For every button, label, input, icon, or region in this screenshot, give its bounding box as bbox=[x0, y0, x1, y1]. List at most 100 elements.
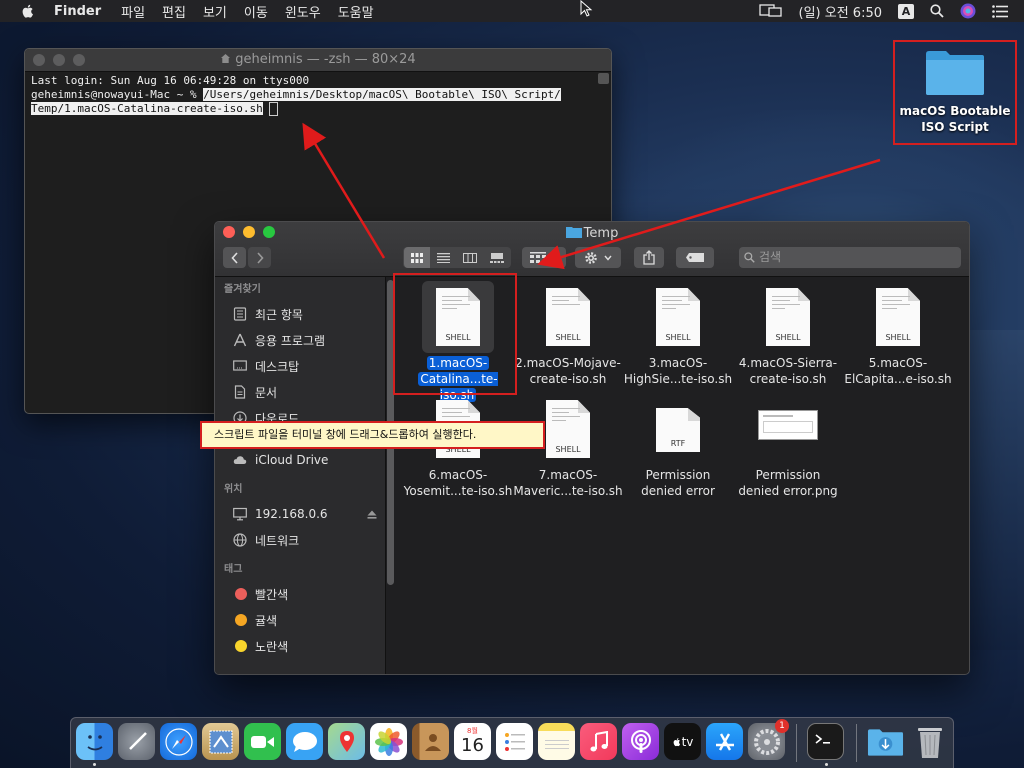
menu-file[interactable]: 파일 bbox=[121, 2, 145, 21]
dock-contacts-icon[interactable] bbox=[412, 723, 449, 760]
desktop-folder-label-line2: ISO Script bbox=[921, 120, 989, 134]
dock-app-store-icon[interactable] bbox=[706, 723, 743, 760]
column-view-button[interactable] bbox=[457, 252, 484, 263]
file-name-line2: Yosemit...te-iso.sh bbox=[403, 484, 513, 498]
menu-view[interactable]: 보기 bbox=[203, 2, 227, 21]
sidebar-item-label: 귤색 bbox=[255, 613, 278, 628]
shell-script-icon: SHELL bbox=[876, 288, 920, 346]
finder-title-text: Temp bbox=[583, 226, 619, 241]
cloud-icon bbox=[233, 456, 247, 464]
search-field[interactable]: 검색 bbox=[739, 247, 961, 268]
gallery-view-button[interactable] bbox=[484, 252, 511, 263]
terminal-prompt: geheimnis@nowayui-Mac ~ % bbox=[31, 88, 204, 101]
dock-facetime-icon[interactable] bbox=[244, 723, 281, 760]
view-mode-segmented-control[interactable] bbox=[403, 247, 511, 268]
menu-edit[interactable]: 편집 bbox=[162, 2, 186, 21]
dock-system-preferences-icon[interactable]: 1 bbox=[748, 719, 789, 760]
shell-script-icon: SHELL bbox=[546, 288, 590, 346]
dock-terminal-icon[interactable] bbox=[807, 723, 844, 760]
gear-icon bbox=[753, 728, 780, 755]
sidebar-item-documents[interactable]: 문서 bbox=[215, 379, 385, 405]
group-by-button[interactable] bbox=[522, 247, 566, 268]
sidebar-item-desktop[interactable]: 데스크탑 bbox=[215, 353, 385, 379]
share-button[interactable] bbox=[634, 247, 664, 268]
icon-view-button[interactable] bbox=[403, 247, 430, 268]
dock-maps-icon[interactable] bbox=[328, 723, 365, 760]
app-name[interactable]: Finder bbox=[54, 4, 101, 19]
appletv-label: tv bbox=[681, 734, 694, 749]
file-name: Permission denied error bbox=[623, 467, 733, 499]
dock-mail-stamp-icon[interactable] bbox=[202, 723, 239, 760]
eject-icon[interactable] bbox=[367, 510, 377, 519]
terminal-output[interactable]: Last login: Sun Aug 16 06:49:28 on ttys0… bbox=[25, 72, 611, 118]
menu-go[interactable]: 이동 bbox=[244, 2, 268, 21]
menu-window[interactable]: 윈도우 bbox=[285, 2, 321, 21]
file-item[interactable]: SHELL 2.macOS-Mojave- create-iso.sh bbox=[513, 281, 623, 387]
grid-icon bbox=[410, 252, 423, 263]
back-button[interactable] bbox=[223, 247, 246, 268]
file-kind-label: SHELL bbox=[555, 333, 581, 342]
menubar-clock[interactable]: (일) 오전 6:50 bbox=[799, 2, 882, 21]
sidebar-item-icloud-drive[interactable]: iCloud Drive bbox=[215, 447, 385, 473]
file-kind-label: SHELL bbox=[555, 445, 581, 454]
document-icon bbox=[234, 385, 246, 399]
terminal-titlebar[interactable]: geheimnis — -zsh — 80×24 bbox=[25, 49, 611, 72]
sidebar-tag-yellow[interactable]: 노란색 bbox=[215, 633, 385, 659]
terminal-zoom-button[interactable] bbox=[73, 54, 85, 66]
sidebar-item-server[interactable]: 192.168.0.6 bbox=[215, 501, 385, 527]
notification-center-icon[interactable] bbox=[992, 4, 1008, 18]
file-name-line2: ElCapita...e-iso.sh bbox=[844, 372, 952, 386]
dock-safari-icon[interactable] bbox=[160, 723, 197, 760]
file-item[interactable]: SHELL 3.macOS- HighSie...te-iso.sh bbox=[623, 281, 733, 387]
dock-launchpad-icon[interactable] bbox=[118, 723, 155, 760]
dock-music-icon[interactable] bbox=[580, 723, 617, 760]
menu-help[interactable]: 도움말 bbox=[338, 2, 374, 21]
sidebar-item-label: 네트워크 bbox=[255, 533, 300, 548]
tags-button[interactable] bbox=[676, 247, 714, 268]
sidebar-tag-orange[interactable]: 귤색 bbox=[215, 607, 385, 633]
airplay-display-icon[interactable] bbox=[758, 4, 783, 18]
file-name-line1: 5.macOS- bbox=[868, 356, 928, 370]
file-name: Permission denied error.png bbox=[733, 467, 843, 499]
finder-toolbar[interactable]: Temp 검색 bbox=[215, 222, 969, 277]
dock-calendar-icon[interactable]: 8월 16 bbox=[454, 723, 491, 760]
dock-trash-icon[interactable] bbox=[911, 723, 948, 760]
sidebar-header-favorites: 즐겨찾기 bbox=[224, 284, 261, 295]
sidebar-item-applications[interactable]: 응용 프로그램 bbox=[215, 327, 385, 353]
dock-notes-icon[interactable] bbox=[538, 723, 575, 760]
input-source-icon[interactable]: A bbox=[898, 3, 914, 19]
dock-reminders-icon[interactable] bbox=[496, 723, 533, 760]
terminal-minimize-button[interactable] bbox=[53, 54, 65, 66]
list-view-button[interactable] bbox=[430, 252, 457, 263]
finder-sidebar: 즐겨찾기 최근 항목 응용 프로그램 데스크탑 문서 다운로드 iCloud i… bbox=[215, 277, 386, 674]
dock-finder-icon[interactable] bbox=[76, 723, 113, 760]
compass-icon bbox=[164, 727, 193, 756]
dock-photos-icon[interactable] bbox=[370, 723, 407, 760]
terminal-close-button[interactable] bbox=[33, 54, 45, 66]
apple-menu-icon[interactable] bbox=[20, 3, 36, 19]
file-item[interactable]: SHELL 4.macOS-Sierra- create-iso.sh bbox=[733, 281, 843, 387]
file-icon-bg: SHELL bbox=[862, 281, 934, 353]
sidebar-item-label: 응용 프로그램 bbox=[255, 333, 326, 348]
sidebar-item-network[interactable]: 네트워크 bbox=[215, 527, 385, 553]
terminal-prompt-icon bbox=[815, 733, 830, 744]
sidebar-item-recents[interactable]: 최근 항목 bbox=[215, 301, 385, 327]
sidebar-item-label: 최근 항목 bbox=[255, 307, 303, 322]
group-grid-icon bbox=[530, 252, 546, 263]
gallery-icon bbox=[490, 252, 504, 263]
dock-downloads-stack-icon[interactable] bbox=[867, 723, 904, 760]
siri-icon[interactable] bbox=[960, 3, 976, 19]
dock-appletv-icon[interactable]: tv bbox=[664, 723, 701, 760]
spotlight-search-icon[interactable] bbox=[930, 4, 944, 18]
sidebar-tag-red[interactable]: 빨간색 bbox=[215, 581, 385, 607]
action-menu-button[interactable] bbox=[575, 247, 621, 268]
forward-button[interactable] bbox=[248, 247, 271, 268]
dock-podcasts-icon[interactable] bbox=[622, 723, 659, 760]
desktop-folder-macos-bootable-iso-script[interactable]: macOS Bootable ISO Script bbox=[893, 40, 1017, 145]
dock-messages-icon[interactable] bbox=[286, 723, 323, 760]
file-item[interactable]: Permission denied error.png bbox=[733, 393, 843, 499]
trash-icon bbox=[917, 727, 942, 758]
file-item[interactable]: RTF Permission denied error bbox=[623, 393, 733, 499]
file-item[interactable]: SHELL 5.macOS- ElCapita...e-iso.sh bbox=[843, 281, 953, 387]
terminal-scroll-button[interactable] bbox=[598, 73, 609, 84]
